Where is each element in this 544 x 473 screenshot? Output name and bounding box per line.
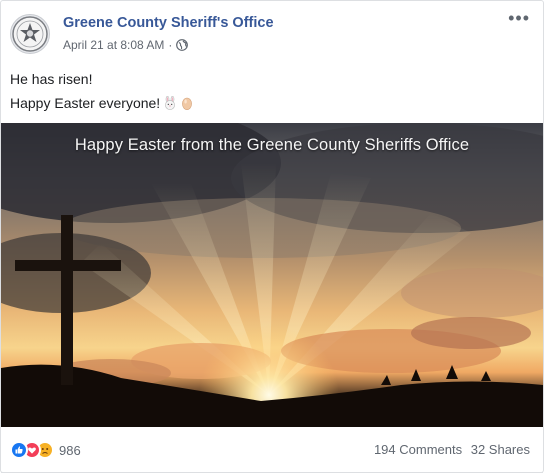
shares-count-link[interactable]: 32 Shares [471,442,530,457]
reactions-summary[interactable]: 986 [10,441,81,459]
sheriff-badge-avatar[interactable] [10,14,50,54]
post-text-line-1: He has risen! [10,71,93,87]
post-text-line-2-text: Happy Easter everyone! [10,95,161,111]
photo-overlay-text: Happy Easter from the Greene County Sher… [74,136,470,154]
post-header: Greene County Sheriff's Office April 21 … [10,9,536,59]
reaction-count: 986 [59,442,81,458]
globe-icon[interactable] [176,39,189,51]
bunny-emoji-icon [163,93,177,110]
post-photo[interactable]: Happy Easter from the Greene County Sher… [1,123,543,427]
post-engagement-bar: 986 194 Comments 32 Shares [1,427,543,473]
post-card: Greene County Sheriff's Office April 21 … [0,0,544,473]
post-timestamp[interactable]: April 21 at 8:08 AM [63,38,164,52]
post-text-line-2: Happy Easter everyone! [10,91,194,115]
comments-shares-summary: 194 Comments 32 Shares [374,442,530,457]
egg-emoji-icon [180,93,194,110]
post-meta: April 21 at 8:08 AM · [63,38,189,52]
page-name-link[interactable]: Greene County Sheriff's Office [63,15,274,31]
post-text: He has risen! Happy Easter everyone! [10,67,194,115]
easter-sunset-scene [1,123,543,427]
meta-separator: · [168,38,173,52]
more-options-icon[interactable]: ••• [508,9,530,27]
like-icon [10,441,28,459]
comments-count-link[interactable]: 194 Comments [374,442,462,457]
